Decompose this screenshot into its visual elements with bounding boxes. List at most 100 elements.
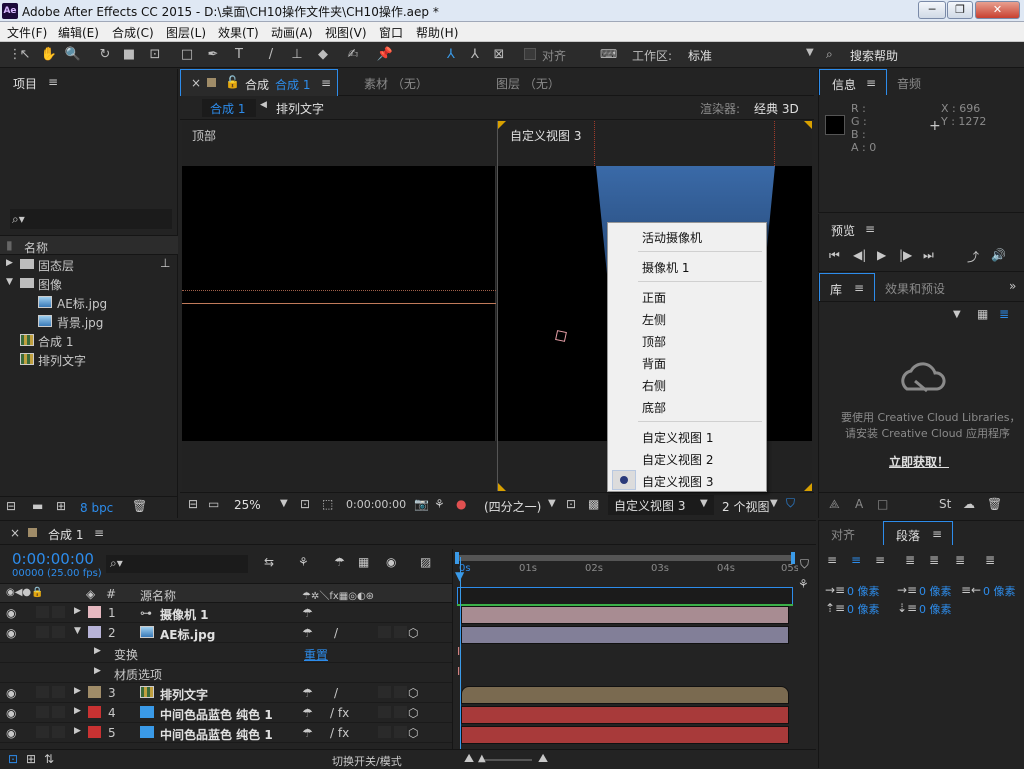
current-time-indicator-head[interactable]: ▼: [455, 569, 464, 583]
list-item[interactable]: ▼ 图像: [0, 274, 178, 293]
align-right-icon[interactable]: ≡: [875, 553, 885, 567]
table-row[interactable]: ◉ ▶ 4 中间色品蓝色 纯色 1 ☂ / fx ⬡: [0, 703, 452, 723]
3d-layer-icon[interactable]: ⬡: [408, 626, 418, 640]
zoom-tool-icon[interactable]: 🔍: [64, 46, 82, 64]
eye-icon[interactable]: ◉: [6, 686, 16, 700]
panel-menu-icon[interactable]: ≡: [321, 76, 331, 90]
in-out-icon[interactable]: ⇅: [44, 752, 54, 766]
clone-stamp-tool-icon[interactable]: ⊥: [288, 46, 306, 64]
timeline-search-input[interactable]: ⌕▾: [106, 555, 248, 573]
layer-name[interactable]: 排列文字: [160, 686, 208, 703]
panel-menu-icon[interactable]: ≡: [48, 75, 58, 89]
eraser-tool-icon[interactable]: ◆: [314, 46, 332, 64]
modes-icon[interactable]: ⊞: [26, 752, 36, 766]
search-help-input[interactable]: 搜索帮助: [850, 47, 898, 64]
list-item[interactable]: ▶ 固态层 ⊥: [0, 255, 178, 274]
comp-button-icon[interactable]: ⚘: [798, 577, 809, 591]
menu-item-front[interactable]: 正面: [642, 289, 666, 306]
expand-arrow-icon[interactable]: ▶: [74, 606, 81, 616]
table-row[interactable]: ◉ ▶ 1 ⊶ 摄像机 1 ☂: [0, 603, 452, 623]
menu-composition[interactable]: 合成(C): [112, 24, 154, 41]
next-frame-icon[interactable]: |▶: [899, 248, 912, 262]
solo-toggle[interactable]: [52, 706, 65, 718]
sync-icon[interactable]: ☁: [963, 497, 975, 511]
chevron-down-icon[interactable]: ▼: [770, 498, 778, 509]
work-area-bar[interactable]: [455, 552, 795, 564]
indent-first-value[interactable]: 0 像素: [919, 583, 952, 599]
left-viewport[interactable]: [182, 166, 496, 441]
timeline-timecode[interactable]: 0:00:00:00: [12, 550, 94, 568]
indent-right-value[interactable]: 0 像素: [983, 583, 1016, 599]
menu-item-left[interactable]: 左侧: [642, 311, 666, 328]
expand-arrow-icon[interactable]: ▶: [74, 726, 81, 736]
layer-label-color[interactable]: [88, 706, 101, 718]
3d-layer-icon[interactable]: ⬡: [408, 726, 418, 740]
view-select[interactable]: 自定义视图 3 ▼: [608, 495, 714, 515]
layer-label-color[interactable]: [88, 726, 101, 738]
roto-brush-tool-icon[interactable]: ✍: [344, 46, 362, 64]
adjustment-toggle[interactable]: [378, 706, 391, 718]
list-item[interactable]: 合成 1: [0, 331, 178, 350]
layer-bar[interactable]: [461, 686, 789, 704]
get-cloud-link[interactable]: 立即获取！: [889, 453, 949, 470]
adjustment-toggle[interactable]: [378, 626, 391, 638]
property-group-label[interactable]: 变换: [114, 646, 138, 663]
workspace-value[interactable]: 标准: [688, 47, 712, 64]
menu-item-custom-view-3[interactable]: 自定义视图 3: [642, 473, 713, 490]
list-view-icon[interactable]: ≣: [999, 307, 1009, 321]
list-item[interactable]: AE标.jpg: [0, 293, 178, 312]
source-name-header[interactable]: 源名称: [140, 587, 176, 604]
shy-switch-icon[interactable]: ☂: [302, 726, 313, 740]
pan-behind-tool-icon[interactable]: ⊡: [146, 46, 164, 64]
expand-arrow-icon[interactable]: ▶: [94, 646, 101, 656]
list-item[interactable]: 背景.jpg: [0, 312, 178, 331]
layer-name[interactable]: AE标.jpg: [160, 626, 215, 643]
motion-blur-toggle[interactable]: [394, 706, 407, 718]
table-row[interactable]: ◉ ▶ 5 中间色品蓝色 纯色 1 ☂ / fx ⬡: [0, 723, 452, 743]
shy-layers-icon[interactable]: ☂: [334, 555, 345, 569]
local-axis-icon[interactable]: ⅄: [442, 46, 460, 64]
audio-icon[interactable]: 🔊: [991, 248, 1006, 262]
fit-frame-icon[interactable]: ⊡: [300, 497, 310, 511]
layer-label-color[interactable]: [88, 606, 101, 618]
draft-3d-icon[interactable]: ⚘: [298, 555, 309, 569]
current-time-indicator[interactable]: [460, 557, 461, 749]
new-folder-icon[interactable]: ▬: [32, 499, 43, 513]
tab-composition[interactable]: × 🔓 合成 合成 1 ≡: [180, 69, 338, 96]
toggle-switches-modes[interactable]: 切换开关/模式: [332, 753, 402, 769]
graphic-icon[interactable]: □: [877, 497, 888, 511]
justify-right-icon[interactable]: ≣: [955, 553, 965, 567]
interpret-footage-icon[interactable]: ⊟: [6, 499, 16, 513]
zoom-out-icon[interactable]: ⛰: [464, 751, 474, 766]
indent-left-value[interactable]: 0 像素: [847, 583, 880, 599]
menu-effect[interactable]: 效果(T): [218, 24, 259, 41]
panel-menu-icon[interactable]: ≡: [932, 527, 942, 541]
menu-item-camera-1[interactable]: 摄像机 1: [642, 259, 689, 276]
3d-layer-icon[interactable]: ⬡: [408, 686, 418, 700]
loop-icon[interactable]: ⤴: [967, 248, 979, 265]
motion-blur-toggle[interactable]: [394, 626, 407, 638]
adjustment-toggle[interactable]: [378, 726, 391, 738]
property-group-label[interactable]: 材质选项: [114, 666, 162, 683]
preview-title[interactable]: 预览: [831, 222, 855, 239]
tab-footage[interactable]: 素材 （无）: [364, 75, 428, 92]
layer-bar[interactable]: [461, 706, 789, 724]
eye-icon[interactable]: ◉: [6, 726, 16, 740]
collapse-arrow-icon[interactable]: ▼: [6, 277, 13, 287]
bit-depth-button[interactable]: 8 bpc: [80, 501, 113, 515]
text-style-icon[interactable]: A: [855, 497, 863, 511]
menu-item-back[interactable]: 背面: [642, 355, 666, 372]
comp-mini-flowchart-icon[interactable]: ⇆: [264, 555, 274, 569]
solo-toggle[interactable]: [52, 686, 65, 698]
space-before-value[interactable]: 0 像素: [847, 601, 880, 617]
layer-name[interactable]: 摄像机 1: [160, 606, 209, 623]
layer-switches-icon[interactable]: ⊡: [8, 752, 18, 766]
selection-tool-icon[interactable]: ↖: [16, 46, 34, 64]
timeline-tab-label[interactable]: 合成 1: [48, 526, 83, 543]
monitor-icon[interactable]: ▭: [208, 497, 219, 511]
justify-left-icon[interactable]: ≣: [905, 553, 915, 567]
hierarchy-icon[interactable]: ⊥: [160, 256, 170, 270]
maximize-button[interactable]: ❐: [947, 1, 973, 19]
previous-frame-icon[interactable]: ◀|: [853, 248, 866, 262]
audio-toggle[interactable]: [36, 686, 49, 698]
